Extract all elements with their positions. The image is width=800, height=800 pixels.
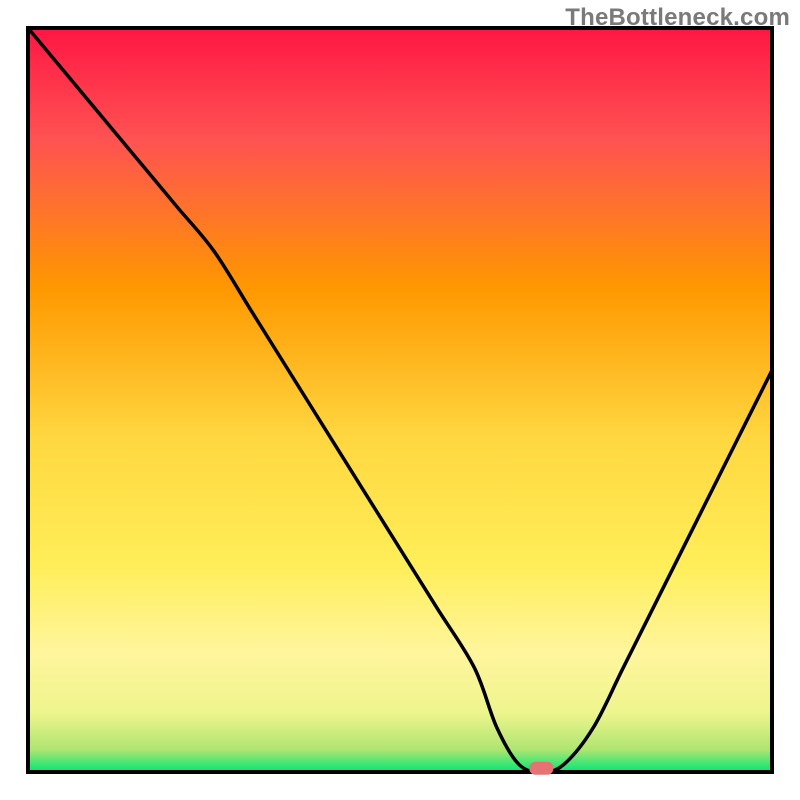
chart-svg: [0, 0, 800, 800]
watermark-label: TheBottleneck.com: [565, 4, 790, 32]
optimal-marker: [529, 762, 553, 775]
plot-background: [28, 28, 772, 772]
bottleneck-chart: TheBottleneck.com: [0, 0, 800, 800]
